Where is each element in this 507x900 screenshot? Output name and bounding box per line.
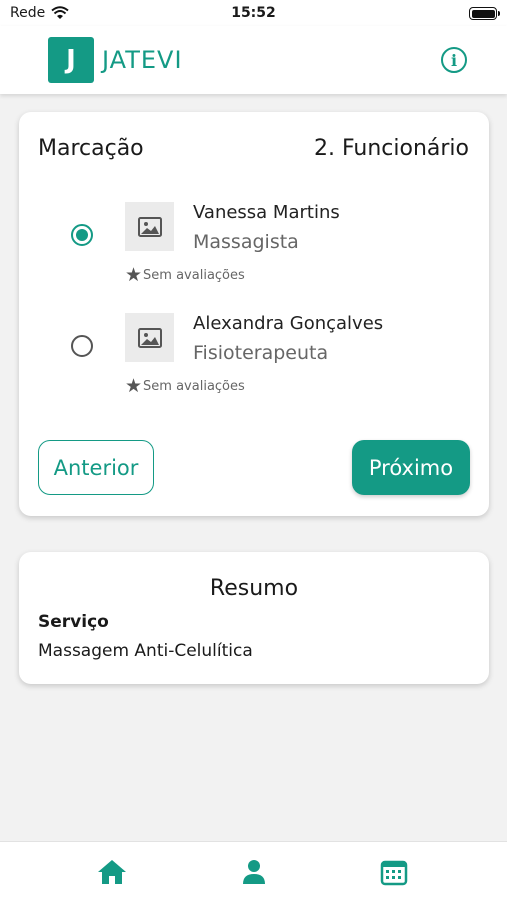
employee-photo-placeholder [125,202,174,251]
employee-rating: ★ Sem avaliações [125,377,245,396]
app-logo: J [48,37,94,83]
info-icon[interactable]: i [441,47,467,73]
tab-home[interactable] [96,856,128,888]
employee-name: Vanessa Martins [193,202,340,223]
star-icon: ★ [125,264,143,286]
employee-option[interactable]: Alexandra Gonçalves Fisioterapeuta ★ Sem… [19,311,489,401]
employee-rating: ★ Sem avaliações [125,266,245,285]
employee-name: Alexandra Gonçalves [193,313,384,334]
tab-calendar[interactable] [378,856,410,888]
booking-title: Marcação [38,136,144,161]
home-icon [98,860,126,884]
previous-button[interactable]: Anterior [38,440,154,495]
booking-card: Marcação 2. Funcionário Vanessa Martins … [19,112,489,516]
app-header: J JATEVI i [0,26,507,94]
service-value: Massagem Anti-Celulítica [38,641,253,661]
next-button[interactable]: Próximo [352,440,470,495]
status-bar: Rede 15:52 [0,0,507,26]
employee-radio[interactable] [71,335,93,357]
employee-role: Massagista [193,231,299,253]
tab-profile[interactable] [238,856,270,888]
image-icon [137,216,162,237]
star-icon: ★ [125,375,143,397]
rating-text: Sem avaliações [143,379,245,394]
status-time: 15:52 [231,5,276,21]
battery-icon [469,7,500,20]
rating-text: Sem avaliações [143,268,245,283]
service-label: Serviço [38,612,109,632]
employee-photo-placeholder [125,313,174,362]
employee-radio-selected[interactable] [71,224,93,246]
app-name: JATEVI [102,46,183,74]
image-icon [137,327,162,348]
summary-title: Resumo [209,576,299,601]
user-icon [243,860,265,884]
booking-step: 2. Funcionário [313,136,469,161]
logo-letter: J [66,45,76,75]
bottom-tab-bar [0,841,507,900]
summary-card: Resumo Serviço Massagem Anti-Celulítica [19,552,489,684]
employee-option[interactable]: Vanessa Martins Massagista ★ Sem avaliaç… [19,200,489,290]
employee-role: Fisioterapeuta [193,342,329,364]
calendar-icon [380,860,408,886]
